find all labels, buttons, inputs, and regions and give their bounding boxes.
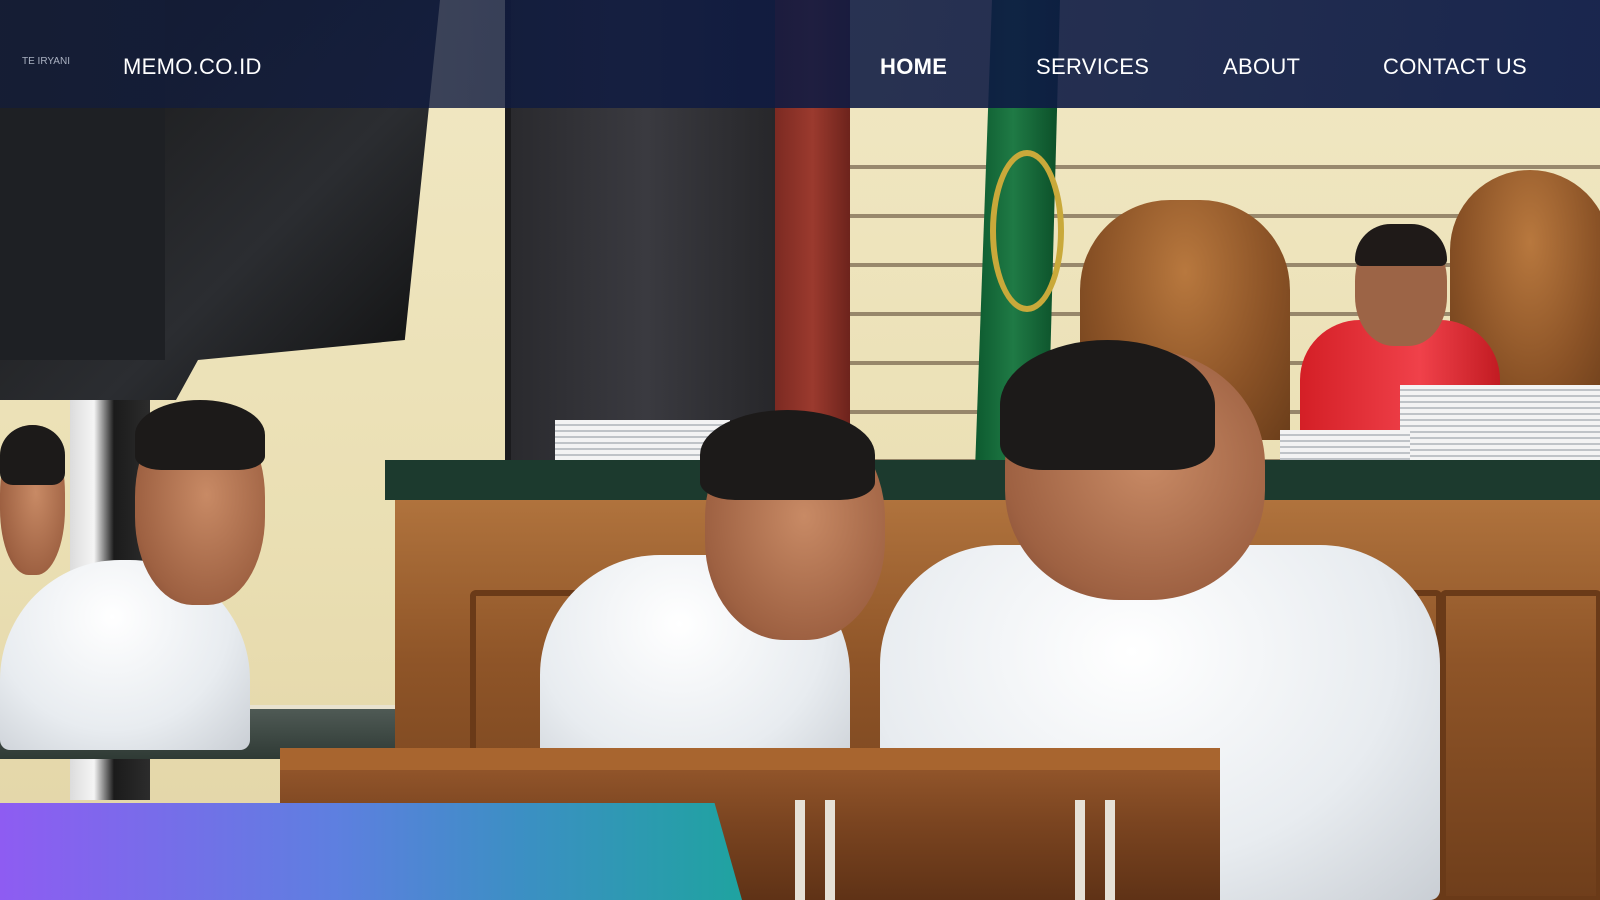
brand-mark: TE IRYANI (22, 56, 70, 67)
top-navbar: TE IRYANI MEMO.CO.ID HOME SERVICES ABOUT… (0, 0, 1600, 108)
nav-services-link[interactable]: SERVICES (1036, 54, 1149, 80)
flag-emblem (990, 150, 1064, 312)
desk-panel (1440, 590, 1600, 900)
hair (1000, 340, 1215, 470)
hair (135, 400, 265, 470)
document-stack (1400, 385, 1600, 460)
hair (700, 410, 875, 500)
bench-desk-top (385, 460, 1600, 500)
nav-contact-link[interactable]: CONTACT US (1383, 54, 1527, 80)
document-stack (1280, 430, 1410, 460)
bench-slat (1075, 800, 1085, 900)
bench-slat (795, 800, 805, 900)
gradient-accent-banner (0, 803, 742, 900)
hair (0, 425, 65, 485)
brand-logo-link[interactable]: MEMO.CO.ID (123, 54, 262, 80)
bench-slat (825, 800, 835, 900)
nav-home-link[interactable]: HOME (880, 54, 947, 80)
bench-slat (1105, 800, 1115, 900)
bench-rail (280, 748, 1220, 770)
nav-about-link[interactable]: ABOUT (1223, 54, 1300, 80)
hero-photo (0, 0, 1600, 900)
